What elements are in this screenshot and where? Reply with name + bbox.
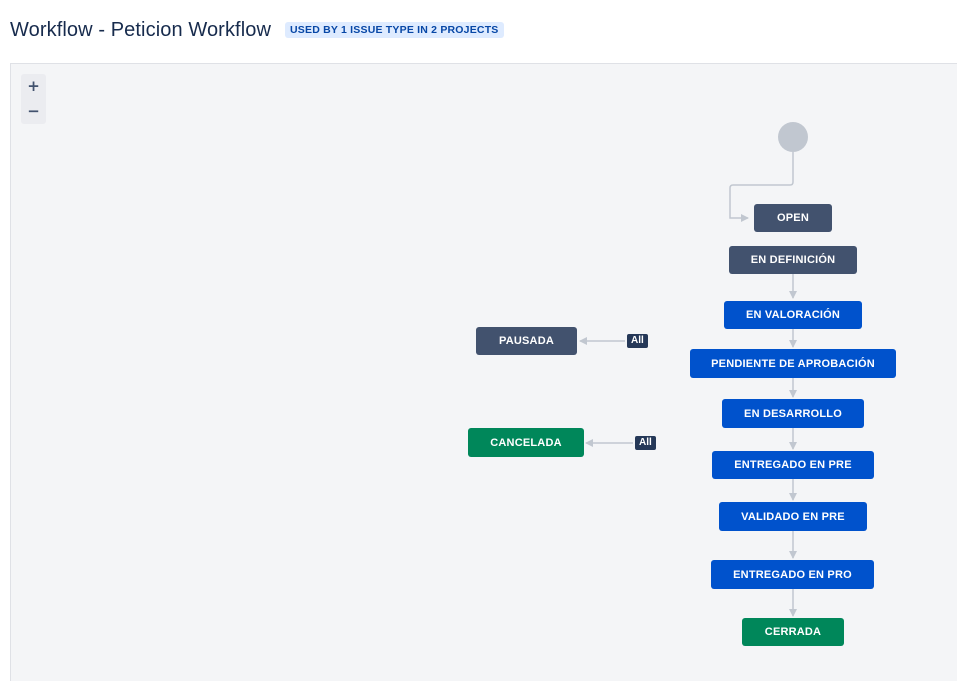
- workflow-canvas[interactable]: + − OPEN EN DEFINICIÓN EN VALORACIÓN PEN…: [10, 63, 957, 681]
- usage-badge[interactable]: USED BY 1 ISSUE TYPE IN 2 PROJECTS: [285, 22, 504, 38]
- page-title: Workflow - Peticion Workflow: [10, 18, 272, 41]
- status-open[interactable]: OPEN: [754, 204, 832, 232]
- status-en-desarrollo[interactable]: EN DESARROLLO: [722, 399, 864, 428]
- status-pausada[interactable]: PAUSADA: [476, 327, 577, 355]
- status-validado-pre[interactable]: VALIDADO EN PRE: [719, 502, 867, 531]
- status-entregado-pro[interactable]: ENTREGADO EN PRO: [711, 560, 874, 589]
- status-cerrada[interactable]: CERRADA: [742, 618, 844, 646]
- status-en-valoracion[interactable]: EN VALORACIÓN: [724, 301, 862, 329]
- global-transition-cancelada-label[interactable]: All: [635, 436, 656, 450]
- status-cancelada[interactable]: CANCELADA: [468, 428, 584, 457]
- global-transition-pausada-label[interactable]: All: [627, 334, 648, 348]
- status-entregado-pre[interactable]: ENTREGADO EN PRE: [712, 451, 874, 479]
- status-en-definicion[interactable]: EN DEFINICIÓN: [729, 246, 857, 274]
- page-header: Workflow - Peticion Workflow USED BY 1 I…: [10, 16, 504, 44]
- start-node: [778, 122, 808, 152]
- status-pendiente-aprobacion[interactable]: PENDIENTE DE APROBACIÓN: [690, 349, 896, 378]
